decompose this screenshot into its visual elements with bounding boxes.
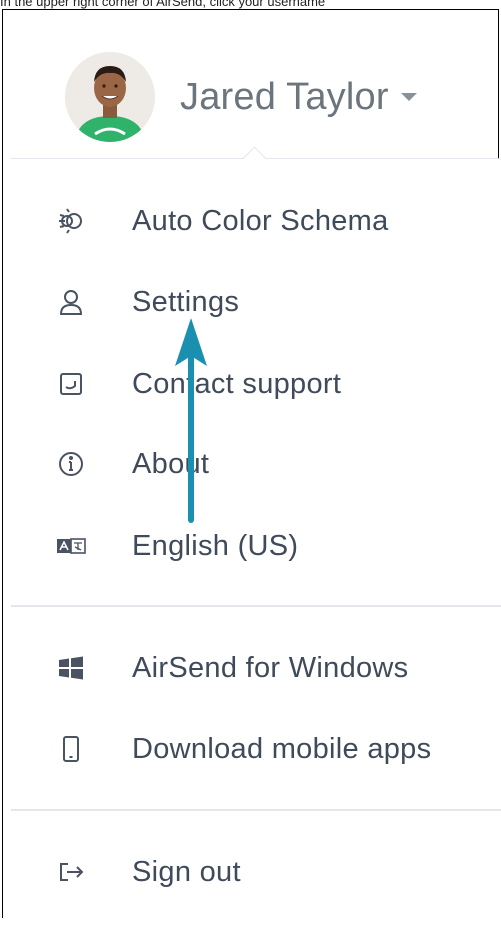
menu-item-contact-support[interactable]: Contact support: [11, 354, 501, 414]
menu-item-auto-color-schema[interactable]: Auto Color Schema: [11, 191, 501, 251]
menu-item-settings[interactable]: Settings: [11, 272, 501, 332]
chevron-down-icon: [400, 93, 417, 101]
windows-icon: [55, 652, 87, 684]
menu-item-label: Settings: [132, 285, 240, 318]
username-label: Jared Taylor: [180, 75, 389, 118]
user-dropdown-menu: Auto Color Schema Settings Contact suppo…: [11, 146, 501, 929]
menu-item-about[interactable]: About: [11, 434, 501, 494]
menu-divider: [11, 809, 501, 811]
menu-divider: [11, 605, 501, 607]
user-icon: [55, 286, 87, 318]
menu-item-label: Sign out: [132, 855, 241, 888]
avatar[interactable]: [65, 52, 155, 142]
menu-item-download-mobile[interactable]: Download mobile apps: [11, 719, 501, 779]
menu-item-label: English (US): [132, 529, 299, 562]
menu-item-label: Download mobile apps: [132, 732, 432, 765]
menu-item-label: AirSend for Windows: [132, 651, 409, 684]
menu-item-label: About: [132, 447, 210, 480]
mobile-icon: [55, 733, 87, 765]
support-icon: [55, 368, 87, 400]
color-scheme-icon: [55, 205, 87, 237]
language-icon: [55, 530, 87, 562]
menu-item-label: Auto Color Schema: [132, 204, 389, 237]
menu-item-label: Contact support: [132, 367, 342, 400]
user-menu-toggle[interactable]: Jared Taylor: [65, 51, 417, 143]
instruction-caption: In the upper right corner of AirSend, cl…: [0, 0, 326, 9]
screenshot-frame: Jared Taylor Auto Color Schema Settings …: [2, 9, 501, 929]
menu-pointer: [242, 146, 267, 171]
menu-item-sign-out[interactable]: Sign out: [11, 842, 501, 902]
menu-item-language[interactable]: English (US): [11, 516, 501, 576]
menu-item-airsend-windows[interactable]: AirSend for Windows: [11, 638, 501, 698]
sign-out-icon: [55, 856, 87, 888]
username[interactable]: Jared Taylor: [180, 76, 417, 119]
info-icon: [55, 448, 87, 480]
